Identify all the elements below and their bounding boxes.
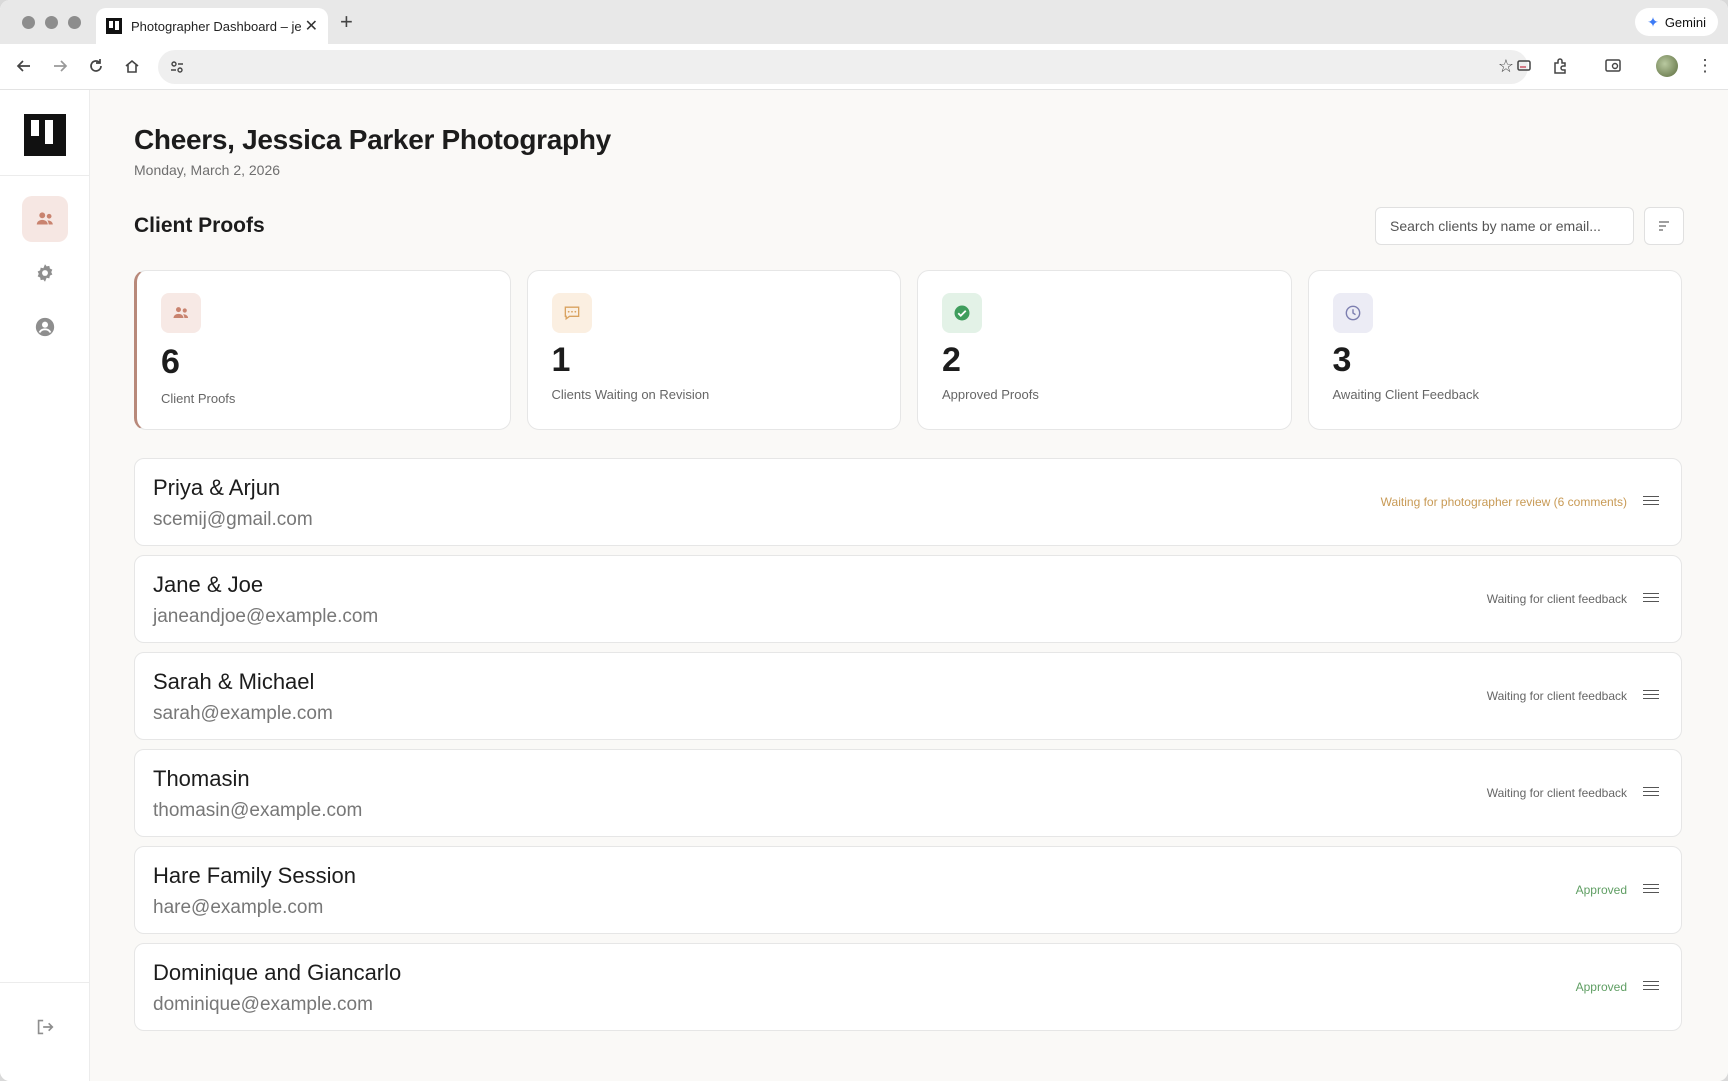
stat-label: Awaiting Client Feedback	[1332, 387, 1479, 402]
tab-strip: Photographer Dashboard – je ✕ + ✦ Gemini	[0, 0, 1728, 44]
sidebar	[0, 90, 90, 1081]
status-badge: Waiting for client feedback	[1486, 592, 1627, 606]
minimize-window-button[interactable]	[45, 15, 58, 29]
sort-filter-button[interactable]	[1644, 207, 1684, 245]
account-circle-icon	[35, 317, 55, 337]
client-email: janeandjoe@example.com	[153, 606, 379, 627]
reload-icon[interactable]	[83, 53, 109, 79]
status-badge: Waiting for client feedback	[1486, 689, 1627, 703]
stats-row: 6 Client Proofs 1 Clients Waiting on Rev…	[134, 270, 1682, 430]
client-row[interactable]: Thomasin thomasin@example.com Waiting fo…	[134, 749, 1682, 837]
client-email: thomasin@example.com	[153, 800, 363, 821]
stat-card-client-proofs[interactable]: 6 Client Proofs	[134, 270, 511, 430]
message-icon	[551, 293, 592, 333]
status-badge: Approved	[1575, 980, 1627, 994]
sidebar-divider	[0, 982, 90, 983]
close-icon[interactable]: ✕	[305, 16, 318, 36]
site-settings-icon[interactable]	[168, 58, 186, 76]
tab-search-icon[interactable]	[1600, 53, 1626, 79]
section-title: Client Proofs	[134, 214, 265, 237]
forward-arrow-icon[interactable]	[47, 53, 73, 79]
page-title: Cheers, Jessica Parker Photography	[134, 124, 611, 155]
home-icon[interactable]	[119, 53, 145, 79]
stat-label: Approved Proofs	[942, 387, 1039, 402]
tab-title: Photographer Dashboard – je	[131, 18, 301, 34]
gemini-button[interactable]: ✦ Gemini	[1635, 8, 1718, 36]
clock-icon	[1332, 293, 1373, 333]
client-email: dominique@example.com	[153, 994, 373, 1015]
client-name: Hare Family Session	[153, 863, 356, 888]
client-email: hare@example.com	[153, 897, 324, 918]
row-menu-icon[interactable]	[1643, 978, 1659, 994]
stat-card-awaiting-feedback[interactable]: 3 Awaiting Client Feedback	[1307, 270, 1682, 430]
stat-label: Client Proofs	[161, 391, 236, 406]
status-badge: Waiting for photographer review (6 comme…	[1380, 495, 1627, 509]
client-email: scemij@gmail.com	[153, 509, 313, 530]
browser-window: Photographer Dashboard – je ✕ + ✦ Gemini…	[0, 0, 1728, 1081]
sort-lines-icon	[1659, 221, 1669, 231]
stat-card-approved[interactable]: 2 Approved Proofs	[917, 270, 1292, 430]
close-window-button[interactable]	[22, 15, 35, 29]
client-name: Priya & Arjun	[153, 475, 281, 500]
row-menu-icon[interactable]	[1643, 784, 1659, 800]
stat-label: Clients Waiting on Revision	[551, 387, 710, 402]
users-icon	[36, 212, 53, 225]
back-arrow-icon[interactable]	[11, 53, 37, 79]
row-menu-icon[interactable]	[1643, 687, 1659, 703]
search-input[interactable]	[1375, 207, 1634, 245]
client-name: Thomasin	[153, 766, 250, 791]
client-email: sarah@example.com	[153, 703, 333, 724]
sidebar-item-clients[interactable]	[22, 196, 68, 242]
sidebar-divider	[0, 175, 90, 176]
client-row[interactable]: Priya & Arjun scemij@gmail.com Waiting f…	[134, 458, 1682, 546]
row-menu-icon[interactable]	[1643, 590, 1659, 606]
sparkle-icon: ✦	[1647, 13, 1659, 30]
favicon-icon	[106, 18, 122, 34]
main-content: Cheers, Jessica Parker Photography Monda…	[134, 90, 1684, 1081]
client-row[interactable]: Dominique and Giancarlo dominique@exampl…	[134, 943, 1682, 1031]
status-badge: Approved	[1575, 883, 1627, 897]
app-body: Cheers, Jessica Parker Photography Monda…	[0, 90, 1728, 1081]
stat-value: 1	[551, 341, 571, 379]
profile-avatar-icon[interactable]	[1654, 53, 1680, 79]
client-name: Sarah & Michael	[153, 669, 315, 694]
logout-icon	[37, 1019, 54, 1035]
new-tab-icon[interactable]: +	[340, 9, 353, 35]
extensions-icon[interactable]	[1547, 53, 1573, 79]
browser-toolbar: ☆ ⋮	[0, 44, 1728, 90]
more-menu-icon[interactable]: ⋮	[1692, 53, 1718, 79]
client-row[interactable]: Sarah & Michael sarah@example.com Waitin…	[134, 652, 1682, 740]
cast-icon[interactable]	[1511, 53, 1537, 79]
client-name: Jane & Joe	[153, 572, 264, 597]
row-menu-icon[interactable]	[1643, 881, 1659, 897]
status-badge: Waiting for client feedback	[1486, 786, 1627, 800]
client-row[interactable]: Hare Family Session hare@example.com App…	[134, 846, 1682, 934]
client-list: Priya & Arjun scemij@gmail.com Waiting f…	[134, 458, 1682, 1040]
brand-logo[interactable]	[24, 114, 66, 156]
stat-value: 6	[161, 343, 180, 381]
gemini-label: Gemini	[1664, 14, 1706, 30]
check-circle-icon	[942, 293, 982, 333]
gear-icon	[37, 264, 53, 282]
client-name: Dominique and Giancarlo	[153, 960, 402, 985]
row-menu-icon[interactable]	[1643, 493, 1659, 509]
stat-value: 2	[942, 341, 961, 379]
maximize-window-button[interactable]	[68, 15, 81, 29]
sidebar-item-account[interactable]	[22, 304, 68, 350]
stat-value: 3	[1332, 341, 1352, 379]
address-bar[interactable]: ☆	[158, 50, 1528, 84]
users-icon	[161, 293, 201, 333]
sidebar-item-settings[interactable]	[22, 250, 68, 296]
logout-button[interactable]	[22, 1004, 68, 1050]
stat-card-waiting-revision[interactable]: 1 Clients Waiting on Revision	[526, 270, 901, 430]
client-row[interactable]: Jane & Joe janeandjoe@example.com Waitin…	[134, 555, 1682, 643]
browser-tab[interactable]: Photographer Dashboard – je ✕	[96, 8, 328, 44]
current-date: Monday, March 2, 2026	[134, 162, 281, 178]
window-controls	[22, 15, 81, 29]
